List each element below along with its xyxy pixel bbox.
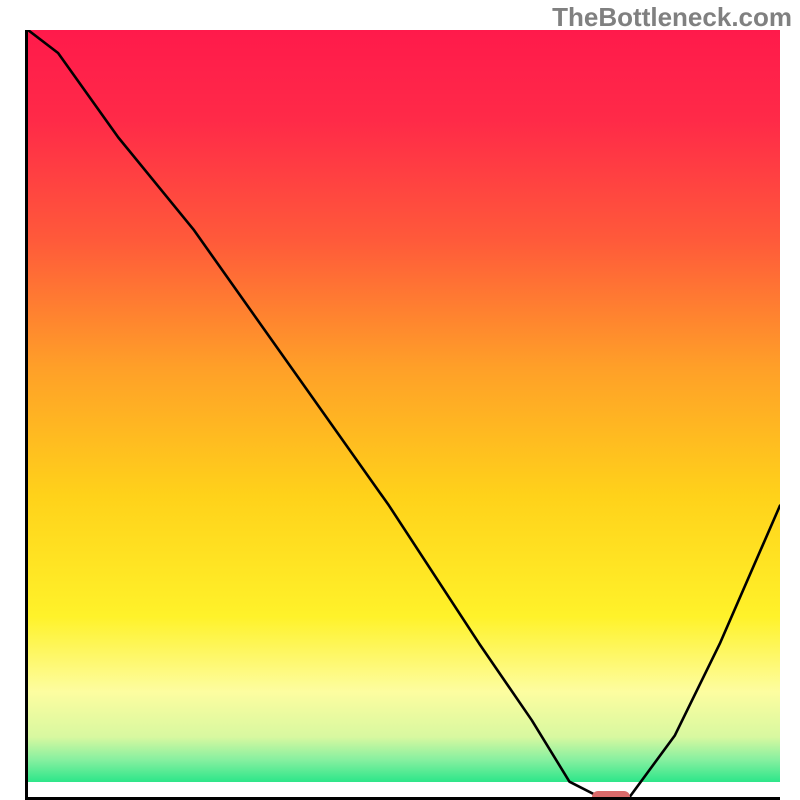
plot-area xyxy=(25,30,780,800)
bottleneck-curve xyxy=(28,30,780,797)
watermark-text: TheBottleneck.com xyxy=(552,2,792,33)
chart-container: TheBottleneck.com xyxy=(0,0,800,800)
optimal-range-marker xyxy=(592,791,630,800)
curve-layer xyxy=(28,30,780,797)
